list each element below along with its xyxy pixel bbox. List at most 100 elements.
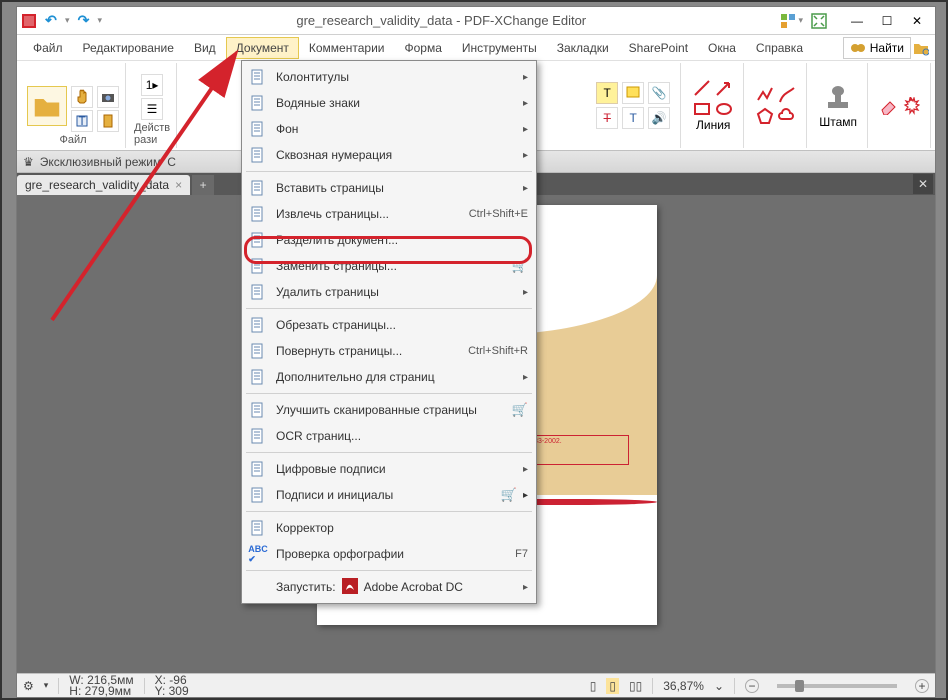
menu-item-3[interactable]: Сквозная нумерация▸ (242, 142, 536, 168)
text-tool-icon[interactable]: T (71, 110, 93, 132)
menu-item-label: Извлечь страницы... (276, 207, 389, 221)
menu-separator (246, 393, 532, 394)
status-height: H: 279,9мм (69, 686, 133, 697)
star-shape-icon[interactable] (902, 97, 920, 115)
menu-item-label: Удалить страницы (276, 285, 379, 299)
document-menu-dropdown: Колонтитулы▸Водяные знаки▸Фон▸Сквозная н… (241, 60, 537, 604)
fit-icon[interactable] (811, 13, 827, 29)
zoom-in-button[interactable]: + (915, 679, 929, 693)
menu-item-21[interactable]: Корректор (242, 515, 536, 541)
menu-item-icon (248, 577, 268, 597)
menu-item-2[interactable]: Фон▸ (242, 116, 536, 142)
zoom-dropdown-icon[interactable]: ⌄ (714, 679, 724, 693)
ribbon-file-group: T Файл (21, 63, 126, 148)
menu-sharepoint[interactable]: SharePoint (619, 37, 698, 59)
menu-item-9[interactable]: Удалить страницы▸ (242, 279, 536, 305)
actions-icon-2[interactable]: ☰ (141, 98, 163, 120)
sound-icon[interactable]: 🔊 (648, 107, 670, 129)
strike-icon[interactable]: T (596, 107, 618, 129)
line-shape-icon[interactable] (693, 79, 711, 97)
note-icon[interactable] (622, 82, 644, 104)
menu-comments[interactable]: Комментарии (299, 37, 395, 59)
menu-item-icon (248, 93, 268, 113)
menu-item-icon (248, 256, 268, 276)
menu-item-22[interactable]: ABC✔Проверка орфографииF7 (242, 541, 536, 567)
menu-item-icon (248, 178, 268, 198)
menu-edit[interactable]: Редактирование (73, 37, 184, 59)
attach-icon[interactable]: 📎 (648, 82, 670, 104)
clipboard-icon[interactable] (97, 110, 119, 132)
menu-item-16[interactable]: OCR страниц... (242, 423, 536, 449)
menu-file[interactable]: Файл (23, 37, 73, 59)
menu-item-8[interactable]: Заменить страницы...🛒 (242, 253, 536, 279)
maximize-button[interactable]: ☐ (873, 11, 901, 31)
rect-shape-icon[interactable] (693, 100, 711, 118)
menu-shortcut: F7 (515, 548, 528, 560)
menu-item-0[interactable]: Колонтитулы▸ (242, 64, 536, 90)
menu-item-icon (248, 459, 268, 479)
menu-item-label: Вставить страницы (276, 181, 384, 195)
menu-item-icon (248, 204, 268, 224)
layout-continuous-icon[interactable]: ▯ (606, 678, 619, 694)
polygon-icon[interactable] (756, 107, 774, 125)
menu-item-12[interactable]: Повернуть страницы...Ctrl+Shift+R (242, 338, 536, 364)
menu-item-11[interactable]: Обрезать страницы... (242, 312, 536, 338)
menu-item-1[interactable]: Водяные знаки▸ (242, 90, 536, 116)
layout-single-icon[interactable]: ▯ (590, 679, 597, 693)
oval-shape-icon[interactable] (715, 100, 733, 118)
textbox-icon[interactable]: T (622, 107, 644, 129)
actions-icon-1[interactable]: 1▸ (141, 74, 163, 96)
tab-close-icon[interactable]: × (175, 178, 182, 192)
arrow-shape-icon[interactable] (715, 79, 733, 97)
menu-item-label: Цифровые подписи (276, 462, 386, 476)
submenu-arrow-icon: ▸ (523, 372, 528, 383)
open-folder-icon[interactable] (913, 40, 929, 56)
menu-separator (246, 511, 532, 512)
zoom-value[interactable]: 36,87% (663, 679, 704, 693)
cart-icon: 🛒 (512, 258, 528, 274)
undo-button[interactable]: ↶ (43, 13, 59, 29)
menu-item-18[interactable]: Цифровые подписи▸ (242, 456, 536, 482)
layout-facing-icon[interactable]: ▯▯ (629, 679, 642, 693)
menu-tools[interactable]: Инструменты (452, 37, 547, 59)
menu-item-label: Корректор (276, 521, 334, 535)
menu-view[interactable]: Вид (184, 37, 226, 59)
menu-windows[interactable]: Окна (698, 37, 746, 59)
stamp-icon[interactable] (822, 83, 854, 115)
file-open-icon[interactable] (27, 86, 67, 126)
document-tab[interactable]: gre_research_validity_data × (17, 175, 190, 195)
menu-item-5[interactable]: Вставить страницы▸ (242, 175, 536, 201)
menu-item-19[interactable]: Подписи и инициалы🛒▸ (242, 482, 536, 508)
menu-item-24[interactable]: Запустить:Adobe Acrobat DC▸ (242, 574, 536, 600)
find-button[interactable]: Найти (843, 37, 911, 59)
options-gear-icon[interactable]: ⚙ (23, 679, 34, 693)
menu-bookmarks[interactable]: Закладки (547, 37, 619, 59)
hand-tool-icon[interactable] (71, 86, 93, 108)
pencil-icon[interactable] (778, 86, 796, 104)
soglasov-label[interactable]: С (167, 155, 176, 169)
menu-item-6[interactable]: Извлечь страницы...Ctrl+Shift+E (242, 201, 536, 227)
eraser-icon[interactable] (880, 97, 898, 115)
zoom-out-button[interactable]: − (745, 679, 759, 693)
minimize-button[interactable]: — (843, 11, 871, 31)
snapshot-icon[interactable] (97, 86, 119, 108)
tabstrip-close-button[interactable]: ✕ (913, 174, 933, 194)
polyline-icon[interactable] (756, 86, 774, 104)
exclusive-mode-label[interactable]: Эксклюзивный режим (40, 155, 161, 169)
menu-item-label: Сквозная нумерация (276, 148, 392, 162)
menu-item-15[interactable]: Улучшить сканированные страницы🛒 (242, 397, 536, 423)
menu-form[interactable]: Форма (394, 37, 451, 59)
zoom-slider[interactable] (777, 684, 897, 688)
ui-options-icon[interactable] (780, 13, 796, 29)
menu-document[interactable]: Документ (226, 37, 299, 59)
close-button[interactable]: ✕ (903, 11, 931, 31)
highlight-icon[interactable]: T (596, 82, 618, 104)
menu-help[interactable]: Справка (746, 37, 813, 59)
menu-item-13[interactable]: Дополнительно для страниц▸ (242, 364, 536, 390)
menu-item-7[interactable]: Разделить документ... (242, 227, 536, 253)
cloud-icon[interactable] (778, 107, 796, 125)
menubar: Файл Редактирование Вид Документ Коммент… (17, 35, 935, 61)
ribbon-poly-group (746, 63, 807, 148)
new-tab-button[interactable]: + (192, 175, 214, 195)
redo-button[interactable]: ↷ (76, 13, 92, 29)
